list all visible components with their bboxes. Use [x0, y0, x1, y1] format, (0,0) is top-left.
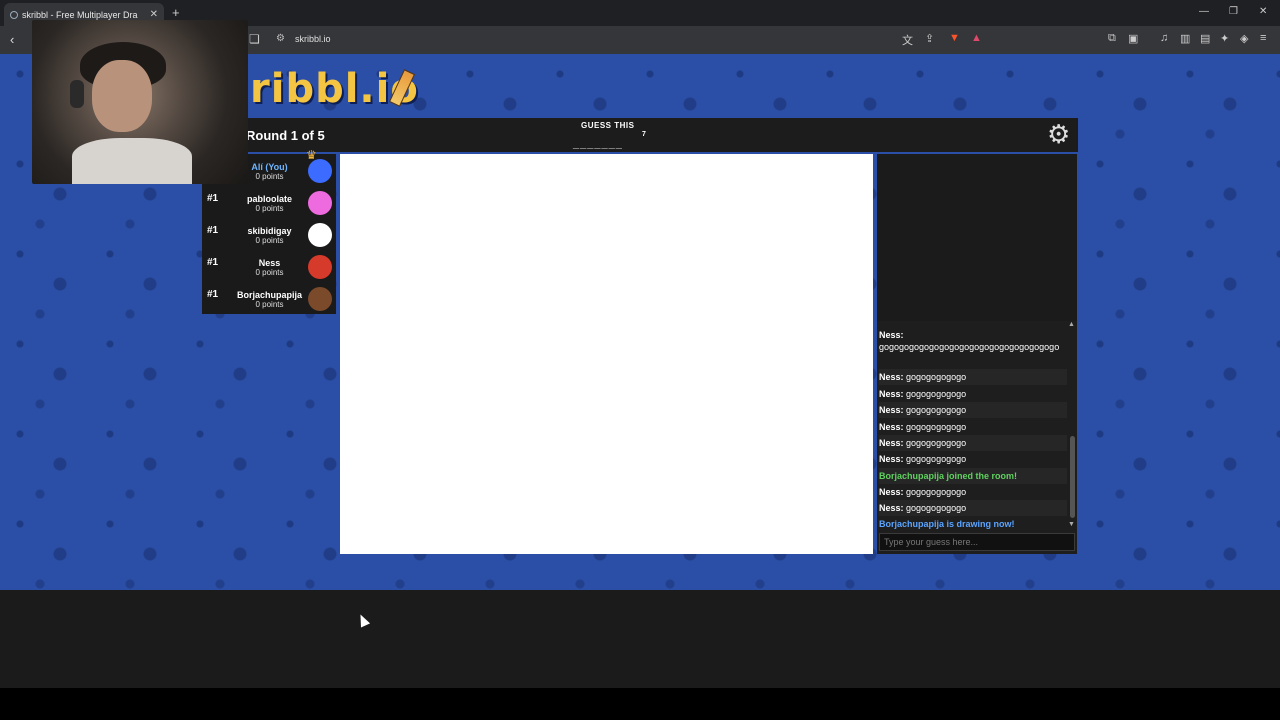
chat-scrollbar-thumb[interactable]	[1070, 436, 1075, 518]
maximize-icon[interactable]: ❐	[1229, 6, 1238, 17]
sidebar-icon[interactable]: ▥	[1180, 32, 1190, 45]
chat-author: Ness:	[879, 487, 904, 497]
game-header	[202, 118, 1078, 152]
bookmark-icon[interactable]: ❏	[249, 32, 260, 46]
player-rank: #1	[207, 193, 219, 204]
url-field[interactable]: skribbl.io	[295, 34, 331, 44]
scroll-down-arrow-icon[interactable]: ▼	[1068, 521, 1075, 528]
player-points: 0 points	[255, 268, 284, 277]
player-points: 0 points	[255, 204, 284, 213]
chat-text: gogogogogogo	[906, 405, 967, 415]
chat-author: Ness:	[879, 422, 904, 432]
chat-author: Ness:	[879, 389, 904, 399]
player-avatar	[308, 191, 332, 215]
webcam-face	[92, 60, 152, 132]
player-avatar	[308, 223, 332, 247]
chat-author: Ness:	[879, 438, 904, 448]
guess-input[interactable]	[879, 533, 1075, 551]
chat-text: gogogogogogo	[906, 438, 967, 448]
chat-text: gogogogogogo	[906, 422, 967, 432]
minimize-icon[interactable]: —	[1199, 6, 1209, 17]
webcam-shirt	[72, 138, 192, 184]
scroll-up-arrow-icon[interactable]: ▲	[1068, 321, 1075, 328]
chat-text: gogogogogogogogogogogogogogogogogogo	[879, 342, 1060, 352]
player-row[interactable]: #1 Ness 0 points	[202, 252, 336, 284]
drawing-canvas[interactable]	[340, 154, 873, 554]
chat-text: gogogogogogo	[906, 454, 967, 464]
chat-author: Ness:	[879, 503, 904, 513]
chat-message: Ness: gogogogogogo	[879, 369, 1067, 385]
headset-icon	[70, 80, 84, 108]
share-icon[interactable]: ⇪	[925, 32, 934, 45]
chat-message: Ness: gogogogogogogogogogogogogogogogogog…	[879, 329, 1067, 353]
guess-label: GUESS THIS	[581, 121, 635, 130]
chat-author: Ness:	[879, 330, 904, 340]
chat-message: Ness: gogogogogogo	[879, 451, 1067, 467]
word-length: 7	[642, 131, 646, 138]
chat-system-message: Borjachupapija is drawing now!	[879, 519, 1015, 529]
player-rank: #1	[207, 289, 219, 300]
chat-system-message: Borjachupapija joined the room!	[879, 468, 1067, 484]
brave-rewards-icon[interactable]: ▲	[971, 32, 982, 44]
close-tab-icon[interactable]: ✕	[150, 9, 158, 20]
chat-message: Ness: gogogogogogo	[879, 386, 1067, 402]
new-tab-button[interactable]: +	[172, 5, 180, 20]
settings-gear-icon[interactable]: ⚙	[1047, 121, 1070, 147]
back-arrow-icon[interactable]: ‹	[10, 32, 14, 47]
word-hint: _______	[573, 138, 623, 150]
chat-text: gogogogogogo	[906, 503, 967, 513]
player-avatar	[308, 255, 332, 279]
player-name: skibidigay	[247, 226, 292, 236]
tab-title: skribbl - Free Multiplayer Dra	[22, 9, 138, 20]
player-name: pabloolate	[246, 194, 292, 204]
chat-message: Ness: gogogogogogo	[879, 402, 1067, 418]
player-points: 0 points	[255, 236, 284, 245]
player-avatar	[308, 287, 332, 311]
extensions-icon[interactable]: ⧉	[1108, 32, 1116, 45]
media-icon[interactable]: ♫	[1160, 32, 1168, 44]
menu-icon[interactable]: ≡	[1260, 32, 1266, 44]
screenshot-icon[interactable]: ▣	[1128, 32, 1138, 45]
round-indicator: Round 1 of 5	[246, 128, 325, 143]
player-avatar	[308, 159, 332, 183]
player-rank: #1	[207, 257, 219, 268]
site-settings-icon[interactable]: ⚙	[276, 33, 285, 44]
chat-author: Ness:	[879, 372, 904, 382]
player-points: 0 points	[255, 300, 284, 309]
player-row[interactable]: #1 pabloolate 0 points	[202, 188, 336, 220]
audio-icon	[10, 10, 18, 19]
webcam-overlay	[32, 20, 248, 184]
ad-area	[877, 154, 1077, 321]
player-name: Ness	[258, 258, 281, 268]
translate-icon[interactable]: 文	[902, 32, 913, 48]
chat-message: Ness: gogogogogogo	[879, 500, 1067, 516]
page-footer-area	[0, 590, 1280, 688]
chat-text: gogogogogogo	[906, 389, 967, 399]
player-name: Borjachupapija	[236, 290, 302, 300]
brave-shield-icon[interactable]: ▼	[949, 32, 960, 44]
taskbar-area	[0, 688, 1280, 720]
chat-message: Ness: gogogogogogo	[879, 484, 1067, 500]
wallet-icon[interactable]: ▤	[1200, 32, 1210, 45]
chat-message: Ness: gogogogogogo	[879, 435, 1067, 451]
crown-icon: ♛	[306, 148, 317, 162]
player-rank: #1	[207, 225, 219, 236]
chat-message: Ness: gogogogogogo	[879, 419, 1067, 435]
chat-author: Ness:	[879, 405, 904, 415]
player-row[interactable]: #1 skibidigay 0 points	[202, 220, 336, 252]
chat-text: gogogogogogo	[906, 372, 967, 382]
leo-ai-icon[interactable]: ✦	[1220, 32, 1229, 45]
chat-text: gogogogogogo	[906, 487, 967, 497]
close-window-icon[interactable]: ✕	[1259, 6, 1267, 17]
chat-author: Ness:	[879, 454, 904, 464]
player-row[interactable]: #1 Borjachupapija 0 points	[202, 284, 336, 316]
vpn-icon[interactable]: ◈	[1240, 32, 1248, 45]
